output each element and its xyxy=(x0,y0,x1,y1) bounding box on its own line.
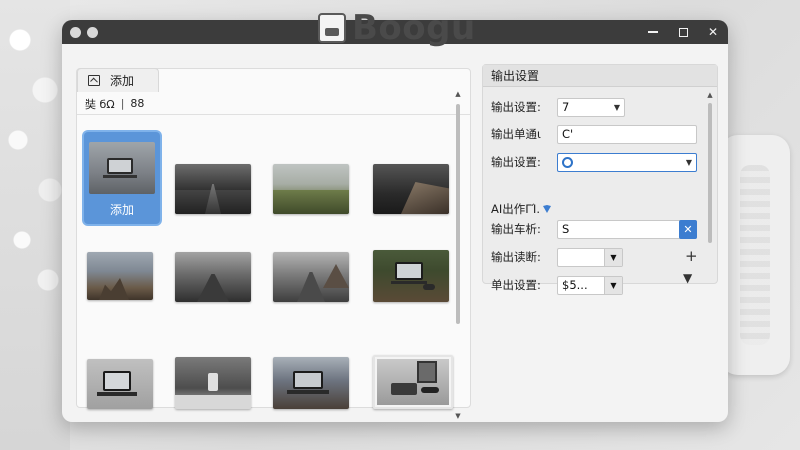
tab-add[interactable]: 添加 xyxy=(77,68,159,92)
window-dot-icon[interactable] xyxy=(87,27,98,38)
setting-label: 输出车析: xyxy=(491,221,557,237)
setting-label: 输出设置: xyxy=(491,154,557,170)
filter-option-a[interactable]: 奘 бΩ xyxy=(85,96,115,112)
scroll-down-icon[interactable]: ▼ xyxy=(454,412,462,420)
tab-add-label: 添加 xyxy=(110,72,134,89)
setting-value: S xyxy=(562,222,569,236)
background-desk-left xyxy=(0,0,70,450)
filter-row: 奘 бΩ | 88 xyxy=(77,93,470,115)
chevron-down-icon[interactable]: ▼ xyxy=(683,271,692,285)
shield-icon[interactable] xyxy=(542,204,552,214)
minimize-button[interactable] xyxy=(646,25,660,39)
scroll-thumb[interactable] xyxy=(708,103,712,243)
thumbnail[interactable] xyxy=(373,355,453,409)
left-scrollbar[interactable]: ▲ ▼ xyxy=(454,90,462,420)
setting-value: $5... xyxy=(562,278,588,292)
setting-select[interactable]: ▼ xyxy=(557,248,623,267)
circle-icon xyxy=(562,157,573,168)
right-scrollbar[interactable]: ▲ xyxy=(706,91,714,281)
setting-value: C' xyxy=(562,127,573,141)
thumbnail[interactable] xyxy=(175,252,251,302)
chevron-down-icon: ▼ xyxy=(614,99,620,116)
main-window: ✕ 添加 奘 бΩ | 88 添加 ▲ ▼ 输出设置 输出设置: 7 ▼ 输出单… xyxy=(62,20,728,422)
setting-select[interactable]: ▼ xyxy=(557,153,697,172)
window-controls: ✕ xyxy=(646,20,720,44)
setting-row: 输出车析: S ✕ xyxy=(491,219,697,239)
setting-label: 输出单通ι xyxy=(491,126,557,142)
thumbnail[interactable] xyxy=(273,357,349,409)
window-dot-icon[interactable] xyxy=(70,27,81,38)
setting-row: 输出设置: ▼ xyxy=(491,152,697,172)
selected-thumbnail[interactable]: 添加 xyxy=(84,132,160,224)
setting-select[interactable]: 7 ▼ xyxy=(557,98,625,117)
close-button[interactable]: ✕ xyxy=(706,25,720,39)
scroll-up-icon[interactable]: ▲ xyxy=(706,91,714,99)
logo-icon xyxy=(318,13,346,43)
minimize-icon xyxy=(648,31,658,33)
maximize-icon xyxy=(679,28,688,37)
setting-label: 输出读断: xyxy=(491,249,557,265)
background-device xyxy=(720,135,790,375)
panel-header: 输出设置 xyxy=(483,65,717,87)
setting-input[interactable]: C' xyxy=(557,125,697,144)
ai-label: AI出作ΓΊ. xyxy=(491,201,540,217)
maximize-button[interactable] xyxy=(676,25,690,39)
thumbnail[interactable] xyxy=(273,164,349,214)
setting-input[interactable]: S ✕ xyxy=(557,220,697,239)
thumbnail[interactable] xyxy=(87,359,153,409)
thumbnail[interactable] xyxy=(175,357,251,409)
filter-separator: | xyxy=(121,97,125,110)
setting-row: 输出设置: 7 ▼ xyxy=(491,97,625,117)
thumbnail-image xyxy=(89,142,155,194)
media-browser-panel: 添加 奘 бΩ | 88 添加 xyxy=(76,68,471,408)
setting-label: 单出设置: xyxy=(491,277,557,293)
chevron-down-icon: ▼ xyxy=(686,154,692,171)
selected-thumbnail-label: 添加 xyxy=(84,201,160,218)
image-icon xyxy=(88,75,100,86)
scroll-up-icon[interactable]: ▲ xyxy=(454,90,462,98)
thumbnail[interactable] xyxy=(175,164,251,214)
setting-label: 输出设置: xyxy=(491,99,557,115)
ai-row: AI出作ΓΊ. xyxy=(491,201,552,217)
setting-select[interactable]: $5... ▼ xyxy=(557,276,623,295)
setting-row: 输出读断: ▼ xyxy=(491,247,623,267)
scroll-thumb[interactable] xyxy=(456,104,460,324)
thumbnail[interactable] xyxy=(273,252,349,302)
setting-value: 7 xyxy=(562,100,569,114)
chevron-down-icon: ▼ xyxy=(604,277,622,294)
clear-button[interactable]: ✕ xyxy=(679,220,697,239)
setting-row: 输出单通ι C' xyxy=(491,124,697,144)
setting-row: 单出设置: $5... ▼ xyxy=(491,275,623,295)
add-button[interactable]: + xyxy=(685,247,698,265)
output-settings-panel: 输出设置 输出设置: 7 ▼ 输出单通ι C' 输出设置: ▼ AI出作ΓΊ. … xyxy=(482,64,718,284)
chevron-down-icon: ▼ xyxy=(604,249,622,266)
thumbnail[interactable] xyxy=(373,250,449,302)
thumbnail[interactable] xyxy=(373,164,449,214)
thumbnail[interactable] xyxy=(87,252,153,300)
filter-option-b[interactable]: 88 xyxy=(130,97,144,110)
app-logo: Boogu xyxy=(318,8,476,48)
logo-text: Boogu xyxy=(352,8,476,48)
window-dots xyxy=(70,27,98,38)
